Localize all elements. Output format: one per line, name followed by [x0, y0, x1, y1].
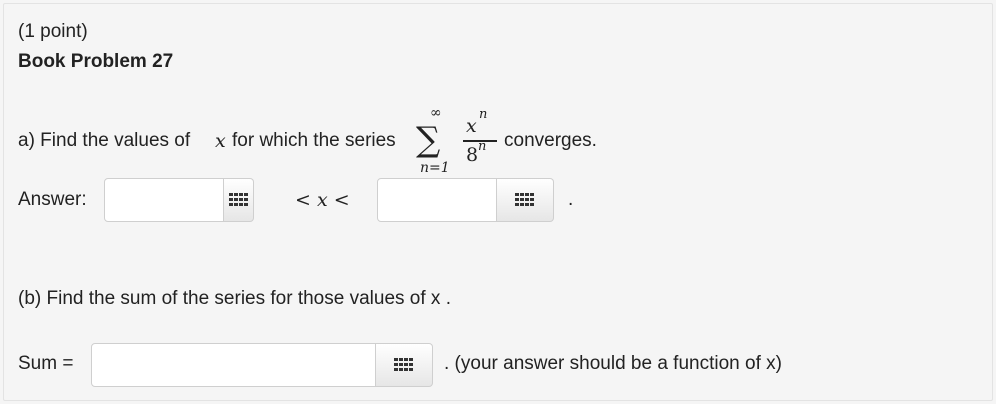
grid-keypad-icon [515, 193, 534, 206]
sum-input[interactable] [91, 343, 376, 387]
part-a-prompt-suffix: converges. [504, 130, 597, 151]
answer-label: Answer: [18, 189, 87, 210]
grid-keypad-icon [228, 193, 248, 206]
upper-bound-equation-button[interactable] [497, 178, 554, 222]
problem-panel: (1 point) Book Problem 27 a) Find the va… [3, 3, 993, 401]
lower-bound-equation-button[interactable] [224, 178, 254, 222]
denominator-base: 8 [466, 144, 479, 166]
part-a-prompt-middle: for which the series [232, 130, 396, 151]
part-a-trailing-period: . [568, 189, 574, 210]
sum-upper-limit: ∞ [430, 105, 442, 121]
sigma-symbol: ∑ [416, 120, 441, 160]
sum-equation-button[interactable] [376, 343, 433, 387]
numerator-exponent: n [479, 107, 488, 122]
denominator-exponent: n [478, 139, 487, 154]
sum-label: Sum = [18, 353, 74, 374]
part-a-prompt-prefix: a) Find the values of [18, 130, 191, 151]
upper-bound-input[interactable] [377, 178, 497, 222]
inequality-text: < x < [295, 189, 350, 211]
grid-keypad-icon [394, 358, 413, 371]
numerator-base: x [466, 115, 477, 137]
points-label: (1 point) [18, 21, 88, 42]
lower-bound-input[interactable] [104, 178, 224, 222]
part-b-prompt: (b) Find the sum of the series for those… [18, 288, 451, 309]
sum-lower-limit: n=1 [420, 160, 450, 176]
problem-title: Book Problem 27 [18, 51, 174, 72]
sum-hint: . (your answer should be a function of x… [444, 353, 782, 374]
part-a-variable: x [215, 130, 226, 152]
